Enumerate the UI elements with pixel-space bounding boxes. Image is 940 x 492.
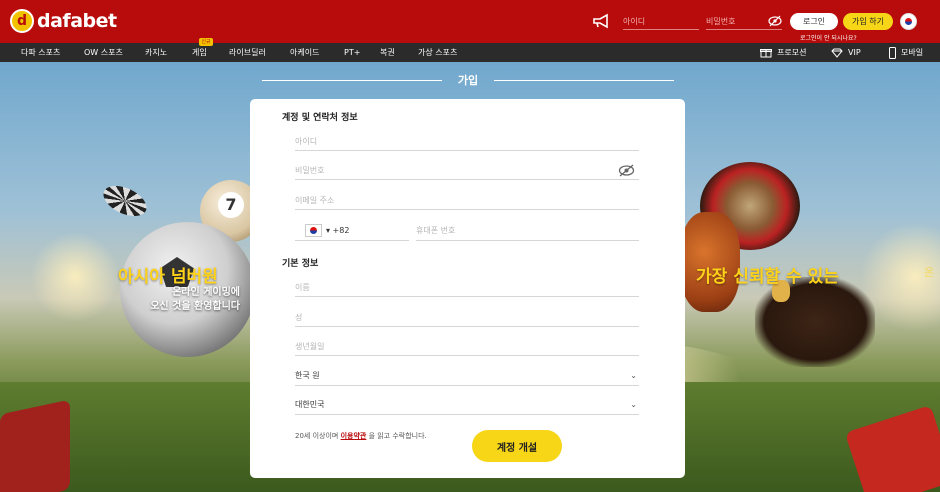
create-account-button[interactable]: 계정 개설 (472, 430, 562, 462)
casino-chip-image (98, 179, 152, 223)
terms-prefix: 20세 이상이며 (295, 432, 339, 440)
page-title: 가입 (457, 74, 479, 87)
nav-item-casino[interactable]: 카지노 (145, 43, 167, 62)
currency-select[interactable]: 한국 원 ⌄ (295, 365, 639, 386)
promo-right-title: 가장 신뢰할 수 있는 (696, 267, 839, 287)
chevron-down-icon: ⌄ (630, 400, 637, 409)
nav-mobile-label: 모바일 (901, 48, 924, 57)
password-field[interactable] (295, 162, 639, 180)
dice-image (0, 399, 70, 492)
nav-item-pt-plus[interactable]: PT+ (344, 43, 360, 62)
logo-text: dafabet (37, 10, 117, 32)
promo-left-title: 아시아 넘버원 (118, 267, 218, 287)
stadium-light (30, 232, 120, 322)
phone-number-field[interactable] (416, 220, 639, 241)
main-nav: 다파 스포츠 OW 스포츠 카지노 게임 라이브딜러 아케이드 PT+ 복권 가… (0, 43, 940, 62)
nav-promotions[interactable]: 프로모션 (760, 43, 806, 62)
terms-suffix: 을 읽고 수락합니다. (368, 432, 427, 440)
nav-item-ow-sports[interactable]: OW 스포츠 (84, 43, 123, 62)
title-divider-right (494, 80, 674, 81)
header-username-input[interactable] (623, 13, 699, 30)
diamond-icon (831, 48, 843, 58)
hide-password-icon[interactable] (618, 164, 635, 177)
chevron-down-icon: ⌄ (630, 371, 637, 380)
basic-info-section-title: 기본 정보 (282, 259, 319, 269)
nav-item-arcade[interactable]: 아케이드 (290, 43, 319, 62)
nav-item-lottery[interactable]: 복권 (380, 43, 395, 62)
join-button[interactable]: 가입 하기 (843, 13, 893, 30)
surname-field[interactable] (295, 309, 639, 327)
currency-value: 한국 원 (295, 371, 320, 380)
promo-left-subtitle: 온라인 게이밍에 오신 것을 환영합니다 (136, 286, 240, 314)
nav-item-live-dealer[interactable]: 라이브딜러 (229, 43, 266, 62)
terms-link[interactable]: 이용약관 (341, 432, 367, 440)
new-badge: 신규 (199, 38, 213, 46)
date-of-birth-field[interactable] (295, 338, 639, 356)
country-select[interactable]: 대한민국 ⌄ (295, 394, 639, 415)
country-code-select[interactable]: ▾ +82 (295, 220, 409, 241)
language-flag-icon[interactable] (900, 13, 917, 30)
nav-mobile[interactable]: 모바일 (889, 43, 923, 62)
terms-text: 20세 이상이며 이용약관 을 읽고 수락합니다. (295, 431, 427, 441)
email-field[interactable] (295, 192, 639, 210)
nav-vip[interactable]: VIP (831, 43, 861, 62)
hide-password-icon[interactable] (768, 15, 782, 27)
name-field[interactable] (295, 279, 639, 297)
announcement-icon[interactable] (592, 13, 610, 29)
nav-vip-label: VIP (848, 48, 861, 57)
mobile-phone-icon (889, 46, 896, 59)
account-section-title: 계정 및 연락처 정보 (282, 113, 358, 123)
dafabet-logo[interactable]: d dafabet (10, 9, 117, 33)
country-value: 대한민국 (295, 400, 325, 409)
signup-form-card: 계정 및 연락처 정보 ▾ +82 기본 정보 한국 원 ⌄ 대한민국 ⌄ 20… (250, 99, 685, 478)
korea-flag-icon (305, 223, 322, 237)
nav-item-dafa-sports[interactable]: 다파 스포츠 (21, 43, 60, 62)
promo-left-line-1: 온라인 게이밍에 (172, 287, 240, 298)
username-field[interactable] (295, 133, 639, 151)
promo-left-line-2: 오신 것을 환영합니다 (150, 301, 240, 312)
top-header: d dafabet 로그인 가입 하기 로그인이 안 되시나요? (0, 0, 940, 43)
gift-icon (760, 49, 772, 58)
login-button[interactable]: 로그인 (790, 13, 838, 30)
title-divider-left (262, 80, 442, 81)
nav-item-virtual-sports[interactable]: 가상 스포츠 (418, 43, 457, 62)
nav-promotions-label: 프로모션 (777, 48, 807, 57)
country-code-value: ▾ +82 (326, 225, 350, 235)
logo-icon: d (10, 9, 34, 33)
promo-right-fade-text: 온 (924, 266, 935, 279)
forgot-login-link[interactable]: 로그인이 안 되시나요? (800, 33, 857, 42)
